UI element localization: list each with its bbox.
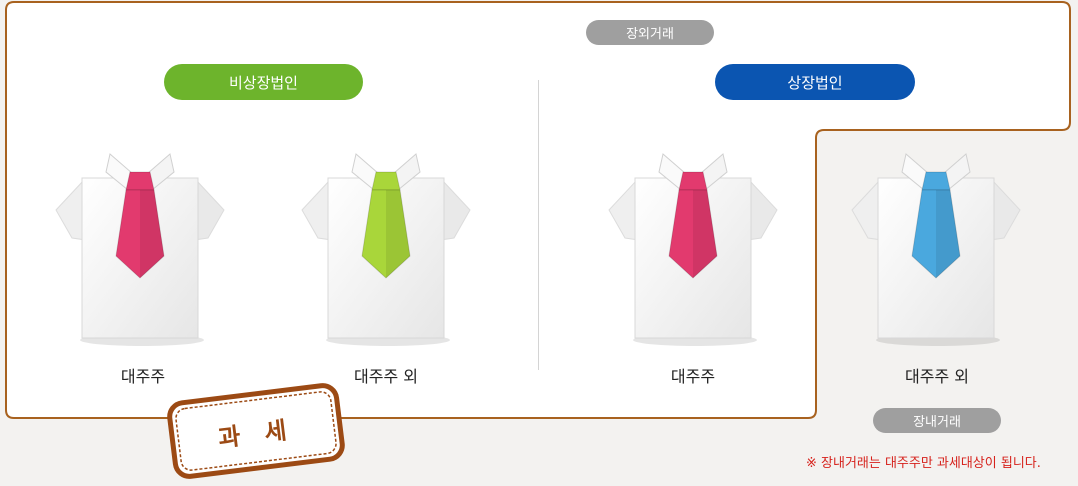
on-market-label: 장내거래 — [873, 408, 1001, 433]
shirt-3-caption: 대주주 — [670, 367, 716, 386]
shirt-illustration — [851, 153, 1021, 346]
off-market-label: 장외거래 — [586, 20, 714, 45]
shirt-illustration — [55, 153, 225, 346]
shirt-2 — [296, 150, 476, 354]
section-divider — [538, 80, 539, 370]
shirt-4-caption: 대주주 외 — [905, 367, 969, 386]
shirt-illustration — [608, 153, 778, 346]
shirt-3 — [603, 150, 783, 354]
shirt-1 — [50, 150, 230, 354]
non-listed-corp-label: 비상장법인 — [164, 64, 363, 100]
tie-knot — [371, 171, 401, 191]
tie-knot — [678, 171, 708, 191]
tie-knot — [921, 171, 951, 191]
tie-knot — [125, 171, 155, 191]
shirt-1-caption: 대주주 — [120, 367, 166, 386]
shirt-illustration — [301, 153, 471, 346]
footnote: ※ 장내거래는 대주주만 과세대상이 됩니다. — [806, 456, 1041, 471]
shirt-4 — [846, 150, 1026, 354]
listed-corp-label: 상장법인 — [715, 64, 915, 100]
